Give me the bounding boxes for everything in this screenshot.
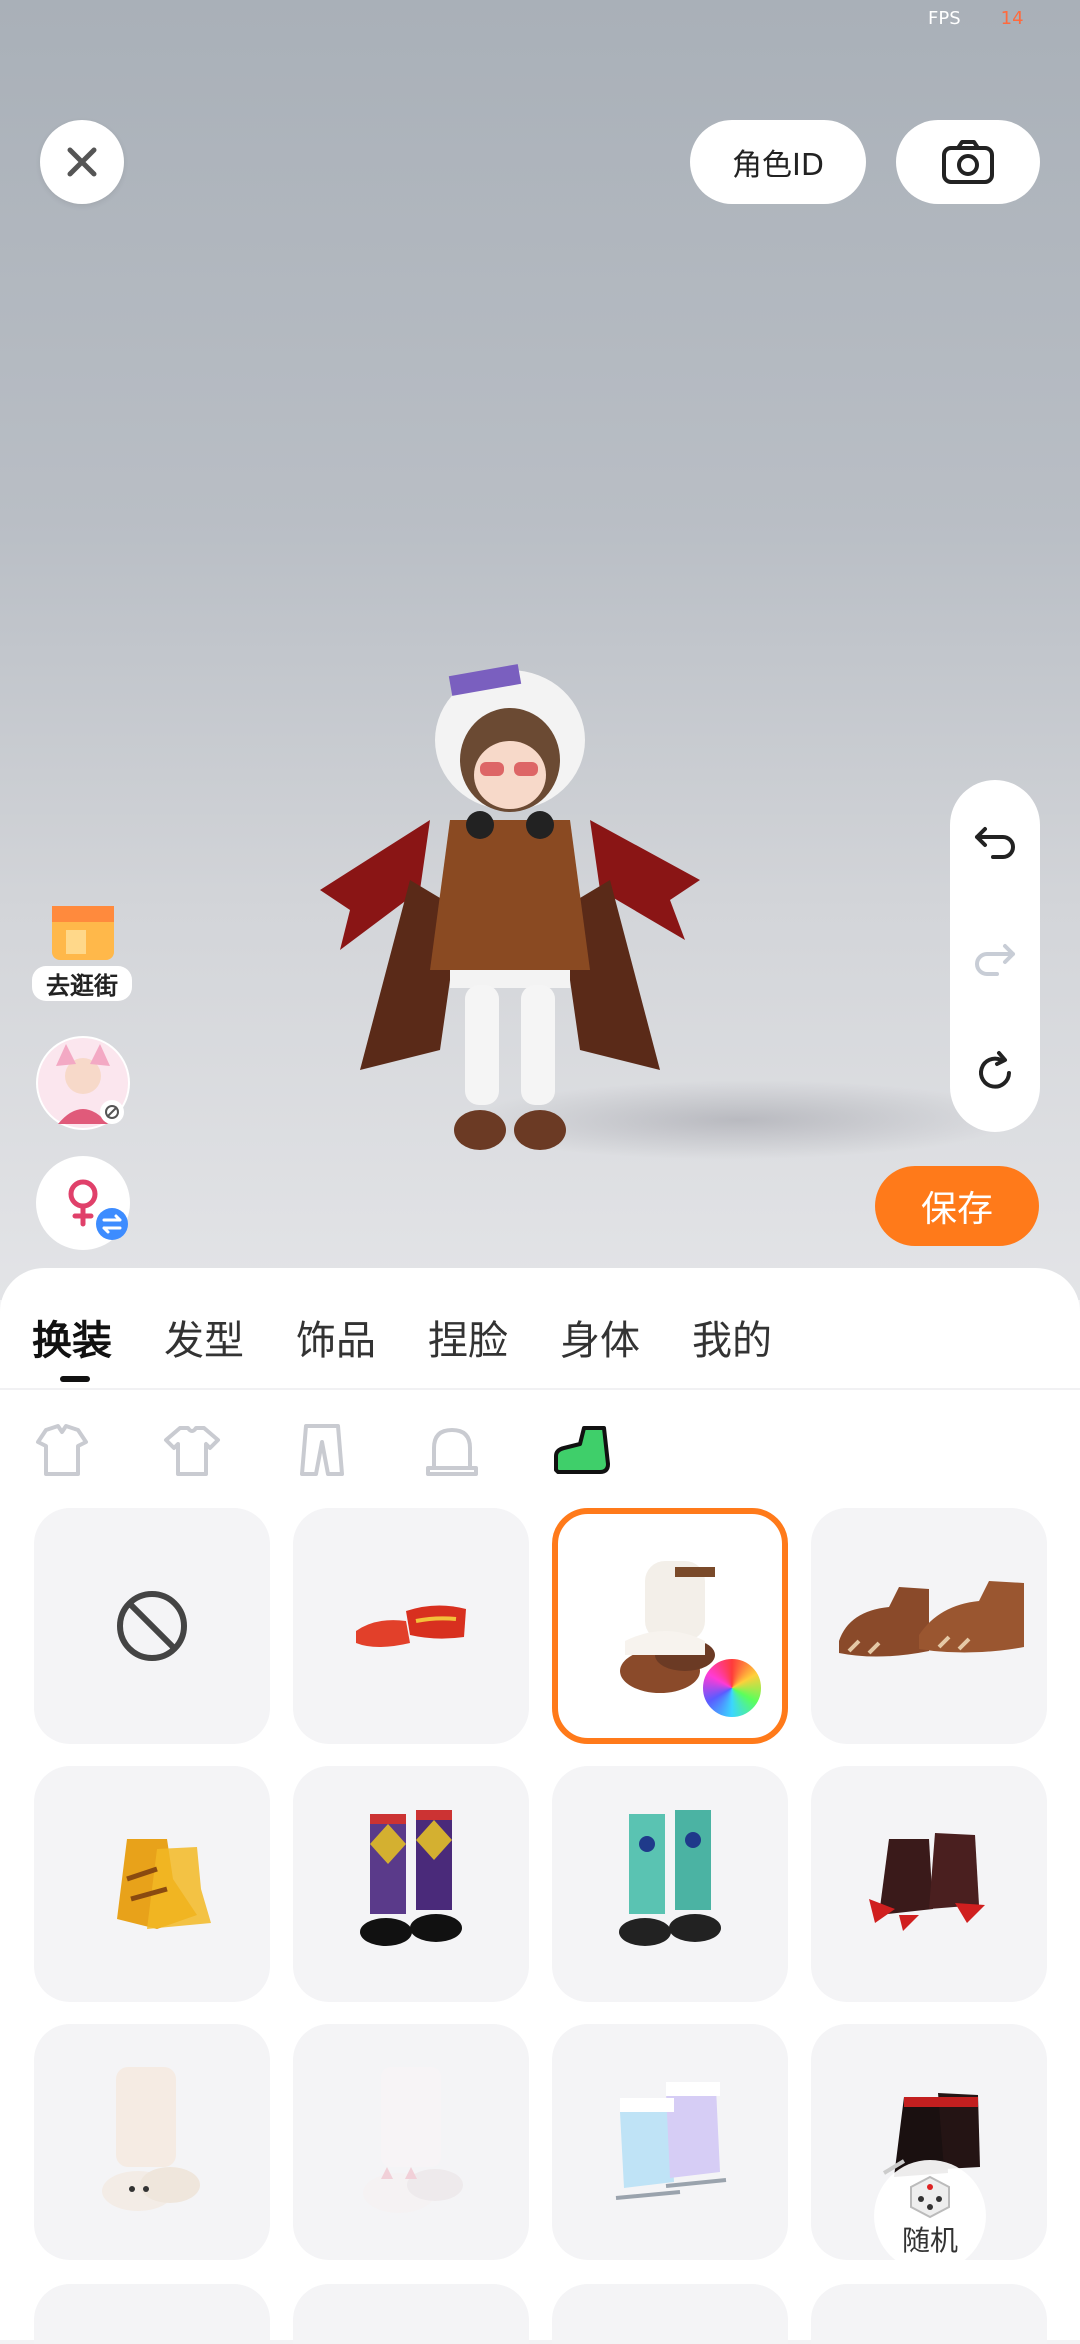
random-label: 随机 [901, 2224, 958, 2257]
bunny-slippers-icon [102, 2067, 200, 2211]
fps-value: 14 [1000, 8, 1024, 29]
undo-icon[interactable] [971, 815, 1019, 863]
gloves-icon [426, 1428, 478, 1476]
cat-slippers-icon [363, 2067, 463, 2213]
yellow-boots-icon [117, 1839, 211, 1929]
none-icon [117, 1591, 187, 1661]
item-yellow-boots[interactable] [34, 1766, 270, 2002]
avatar-icon [38, 1038, 128, 1128]
divider [0, 1388, 1080, 1390]
item-red-claw-shoes[interactable] [811, 1766, 1047, 2002]
close-button[interactable] [40, 120, 124, 204]
female-switch-icon [68, 1179, 128, 1240]
category-shoes[interactable] [550, 1418, 614, 1482]
tab-hairstyle[interactable]: 发型 [164, 1308, 244, 1366]
random-button[interactable]: 随机 [874, 2160, 986, 2272]
avatar-profile-button[interactable] [36, 1036, 130, 1130]
category-bar [30, 1418, 680, 1482]
item-row-partial[interactable] [34, 2284, 270, 2344]
tab-mine[interactable]: 我的 [692, 1308, 772, 1366]
category-gloves[interactable] [420, 1418, 484, 1482]
brown-paw-shoes-icon [839, 1581, 1024, 1657]
close-icon [67, 147, 97, 177]
category-bottoms[interactable] [290, 1418, 354, 1482]
shirt-icon [164, 1426, 220, 1476]
shoes-icon [554, 1426, 610, 1474]
category-outfit-set[interactable] [30, 1418, 94, 1482]
tab-outfit[interactable]: 换装 [32, 1308, 112, 1382]
rotate-icon[interactable] [971, 1049, 1019, 1097]
tab-face[interactable]: 捏脸 [428, 1308, 508, 1366]
argyle-socks-icon [360, 1810, 462, 1946]
role-id-label: 角色ID [732, 148, 824, 183]
redo-icon[interactable] [971, 932, 1019, 980]
item-row-partial[interactable] [552, 2284, 788, 2344]
tab-accessories[interactable]: 饰品 [296, 1308, 376, 1366]
teal-socks-icon [619, 1810, 721, 1946]
item-bunny-slippers[interactable] [34, 2024, 270, 2260]
item-teal-socks[interactable] [552, 1766, 788, 2002]
color-picker-icon[interactable] [700, 1656, 764, 1720]
item-row-partial[interactable] [293, 2284, 529, 2344]
item-row-partial[interactable] [811, 2284, 1047, 2344]
outfit-set-icon [36, 1424, 88, 1476]
item-none[interactable] [34, 1508, 270, 1744]
item-grid [34, 1508, 1054, 2260]
dice-icon [910, 2175, 950, 2219]
fps-counter: FPS 14 [928, 8, 1024, 29]
shop-icon [52, 906, 114, 960]
wardrobe-tabs: 换装 发型 饰品 捏脸 身体 我的 [32, 1308, 824, 1382]
go-shopping-label: 去逛街 [32, 966, 132, 1001]
tab-body[interactable]: 身体 [560, 1308, 640, 1366]
history-toolbar [950, 780, 1040, 1132]
avatar-character[interactable] [300, 650, 720, 1190]
category-tops[interactable] [160, 1418, 224, 1482]
item-white-fur-boots[interactable] [552, 1508, 788, 1744]
camera-button[interactable] [896, 120, 1040, 204]
item-holo-boots[interactable] [552, 2024, 788, 2260]
holo-boots-icon [615, 2082, 727, 2200]
fps-label: FPS [928, 8, 961, 29]
red-shoes-icon [356, 1605, 466, 1647]
go-shopping-button[interactable]: 去逛街 [32, 900, 132, 1001]
role-id-button[interactable]: 角色ID [690, 120, 866, 204]
red-claw-shoes-icon [869, 1833, 985, 1931]
save-button[interactable]: 保存 [875, 1166, 1039, 1246]
pants-icon [300, 1424, 344, 1476]
character-viewport[interactable]: FPS 14 角色ID 去逛街 保存 [0, 0, 1080, 1300]
item-argyle-socks[interactable] [293, 1766, 529, 2002]
item-cat-slippers[interactable] [293, 2024, 529, 2260]
camera-icon [942, 140, 994, 184]
item-red-shoes[interactable] [293, 1508, 529, 1744]
gender-switch-button[interactable] [36, 1156, 130, 1250]
item-brown-paw-shoes[interactable] [811, 1508, 1047, 1744]
